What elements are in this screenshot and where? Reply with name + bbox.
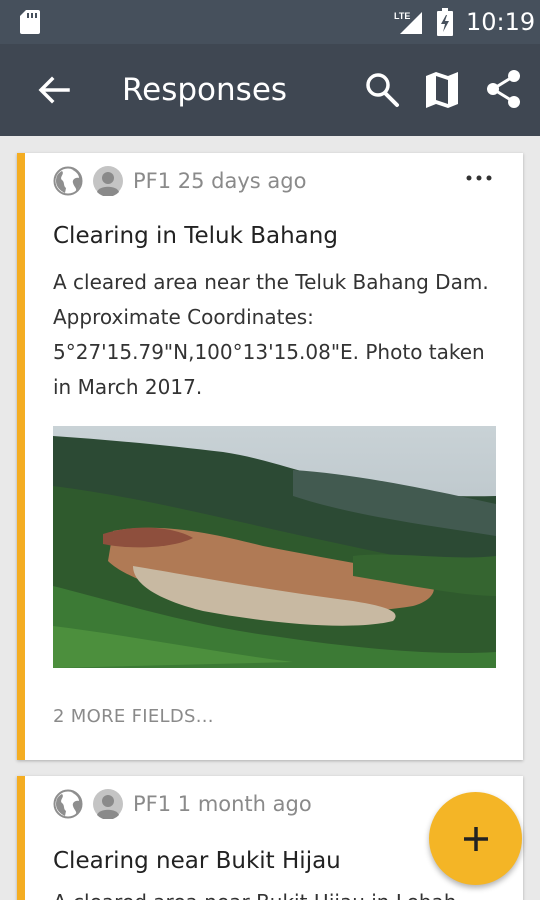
app-bar: Responses xyxy=(0,44,540,136)
search-icon[interactable] xyxy=(362,68,402,110)
response-meta: PF1 1 month ago xyxy=(53,788,312,820)
response-description: A cleared area near the Teluk Bahang Dam… xyxy=(53,270,489,399)
add-icon xyxy=(463,826,488,851)
response-card[interactable]: PF1 25 days ago Clearing in Teluk Bahang… xyxy=(17,153,523,760)
avatar xyxy=(93,166,123,196)
response-author-time: PF1 1 month ago xyxy=(133,792,312,816)
signal-icon: LTE xyxy=(394,11,422,34)
network-type-label: LTE xyxy=(394,11,410,21)
card-accent-bar xyxy=(17,153,25,760)
globe-icon xyxy=(53,789,83,819)
response-title: Clearing in Teluk Bahang xyxy=(53,223,338,249)
avatar xyxy=(93,789,123,819)
add-response-button[interactable] xyxy=(429,792,522,885)
back-arrow-icon[interactable] xyxy=(34,70,74,110)
page-title: Responses xyxy=(122,72,288,108)
battery-icon xyxy=(437,8,453,36)
status-time: 10:19 xyxy=(466,8,536,36)
response-description: A cleared area near Bukit Hijau in Lebah xyxy=(53,890,457,900)
sd-card-icon xyxy=(20,10,40,34)
response-author-time: PF1 25 days ago xyxy=(133,169,307,193)
map-icon[interactable] xyxy=(422,68,462,110)
status-bar: LTE 10:19 xyxy=(0,0,540,44)
share-icon[interactable] xyxy=(484,68,524,110)
card-accent-bar xyxy=(17,776,25,900)
response-photo[interactable] xyxy=(53,426,496,668)
response-meta: PF1 25 days ago xyxy=(53,165,306,197)
globe-icon xyxy=(53,166,83,196)
response-title: Clearing near Bukit Hijau xyxy=(53,848,341,874)
more-options-icon[interactable] xyxy=(461,163,497,193)
more-fields-link[interactable]: 2 MORE FIELDS... xyxy=(53,706,214,727)
